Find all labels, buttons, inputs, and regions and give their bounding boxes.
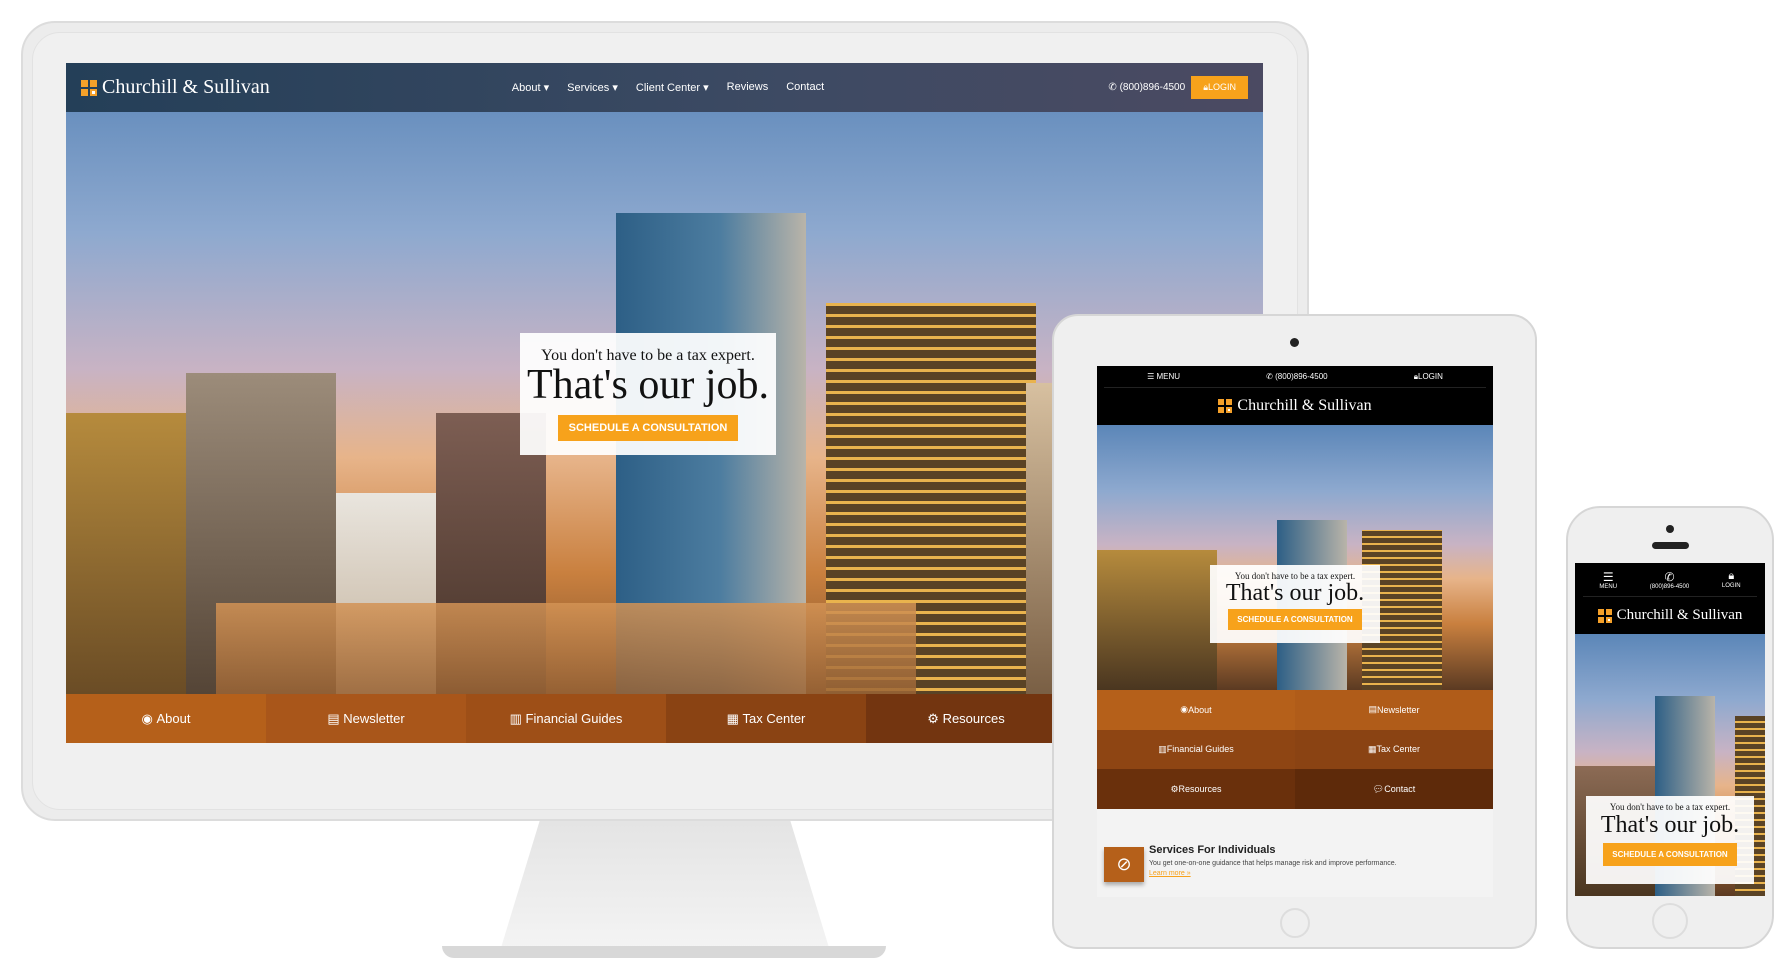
service-title: Services For Individuals [1149, 844, 1276, 856]
tablet-header: ☰ MENU ✆ (800)896-4500 🔒︎LOGIN Churchill… [1097, 366, 1493, 425]
logo-mark-icon [81, 79, 97, 96]
monitor-stand-base [442, 946, 886, 958]
tablet-hero: You don't have to be a tax expert. That'… [1097, 425, 1493, 690]
bottom-nav-tax-center[interactable]: ▦ Tax Center [666, 694, 866, 743]
phone-hero-callout: You don't have to be a tax expert. That'… [1586, 796, 1754, 884]
lock-icon: 🔒︎ [1728, 570, 1735, 582]
hero-headline: That's our job. [1600, 812, 1740, 838]
phone-speaker [1652, 542, 1689, 549]
newspaper-icon: ▤ [327, 710, 344, 726]
phone-call-button[interactable]: ✆ (800)896-4500 [1650, 570, 1689, 590]
hero-headline: That's our job. [1225, 580, 1365, 606]
logo-mark-icon [1218, 399, 1233, 413]
menu-client-center[interactable]: Client Center ▾ [636, 81, 709, 94]
tablet-logo[interactable]: Churchill & Sullivan [1097, 388, 1493, 424]
tablet-login-button[interactable]: 🔒︎LOGIN [1414, 372, 1443, 382]
user-circle-icon: ◉ [141, 710, 157, 726]
tablet-nav-tax-center[interactable]: ▦ Tax Center [1295, 729, 1493, 770]
hero-headline: That's our job. [526, 362, 770, 408]
bottom-nav-resources[interactable]: ⚙ Resources [866, 694, 1066, 743]
phone-icon: ✆ [1108, 82, 1117, 93]
brand-name: Churchill & Sullivan [1237, 397, 1372, 414]
phone-menu-button[interactable]: ☰ MENU [1599, 570, 1617, 590]
compass-icon: ⊘ [1104, 847, 1144, 882]
menu-reviews[interactable]: Reviews [727, 81, 769, 94]
tablet-screen: ☰ MENU ✆ (800)896-4500 🔒︎LOGIN Churchill… [1097, 366, 1493, 897]
bottom-nav-about[interactable]: ◉ About [66, 694, 266, 743]
tablet-nav-financial-guides[interactable]: ▥ Financial Guides [1097, 729, 1295, 770]
hero-tagline: You don't have to be a tax expert. [1609, 802, 1731, 812]
service-text: You get one-on-one guidance that helps m… [1149, 860, 1397, 867]
tablet-nav-resources[interactable]: ⚙ Resources [1097, 769, 1295, 809]
menu-icon: ☰ [1602, 569, 1614, 584]
main-menu: About ▾ Services ▾ Client Center ▾ Revie… [503, 81, 833, 94]
phone-login-button[interactable]: 🔒︎ LOGIN [1722, 570, 1741, 589]
logo[interactable]: Churchill & Sullivan [81, 76, 270, 99]
menu-about[interactable]: About ▾ [512, 81, 549, 94]
learn-more-link[interactable]: Learn more » [1149, 870, 1489, 877]
calendar-icon: ▦ [726, 710, 743, 726]
menu-contact[interactable]: Contact [786, 81, 824, 94]
phone-camera [1666, 525, 1674, 533]
tablet-nav-newsletter[interactable]: ▤ Newsletter [1295, 690, 1493, 730]
tablet-phone-link[interactable]: ✆ (800)896-4500 [1266, 372, 1327, 381]
hero-skyline-image [1097, 425, 1493, 690]
bar-chart-icon: ▥ [509, 710, 526, 726]
top-navbar: Churchill & Sullivan About ▾ Services ▾ … [66, 63, 1263, 112]
bottom-nav-financial-guides[interactable]: ▥ Financial Guides [466, 694, 666, 743]
brand-name: Churchill & Sullivan [102, 76, 270, 98]
gear-icon: ⚙ [927, 710, 943, 726]
tablet-camera [1290, 338, 1299, 347]
login-button[interactable]: 🔒︎LOGIN [1191, 76, 1248, 99]
phone-logo[interactable]: Churchill & Sullivan [1575, 597, 1765, 634]
tablet-nav-about[interactable]: ◉ About [1097, 690, 1295, 730]
phone-icon: ✆ [1664, 569, 1675, 584]
hero-callout: You don't have to be a tax expert. That'… [520, 333, 776, 455]
menu-services[interactable]: Services ▾ [567, 81, 618, 94]
bottom-nav-newsletter[interactable]: ▤ Newsletter [266, 694, 466, 743]
phone-link[interactable]: ✆ (800)896-4500 [1108, 82, 1185, 93]
phone-hero: You don't have to be a tax expert. That'… [1575, 634, 1765, 896]
tablet-nav-contact[interactable]: 💬︎ Contact [1295, 769, 1493, 809]
schedule-consultation-button[interactable]: SCHEDULE A CONSULTATION [557, 415, 739, 441]
brand-name: Churchill & Sullivan [1616, 607, 1743, 623]
tablet-menu-button[interactable]: ☰ MENU [1147, 372, 1180, 381]
monitor-stand [500, 821, 830, 951]
tablet-schedule-button[interactable]: SCHEDULE A CONSULTATION [1228, 609, 1362, 630]
phone-home-button[interactable] [1652, 903, 1688, 939]
logo-mark-icon [1597, 608, 1612, 623]
tablet-home-button[interactable] [1280, 908, 1310, 938]
tablet-hero-callout: You don't have to be a tax expert. That'… [1210, 565, 1380, 643]
phone-screen: ☰ MENU ✆ (800)896-4500 🔒︎ LOGIN Churchill &… [1575, 563, 1765, 896]
services-individuals: Services For Individuals You get one-on-… [1149, 844, 1489, 877]
tablet-nav-grid: ◉ About ▤ Newsletter ▥ Financial Guides … [1097, 690, 1493, 809]
phone-schedule-button[interactable]: SCHEDULE A CONSULTATION [1603, 843, 1737, 866]
